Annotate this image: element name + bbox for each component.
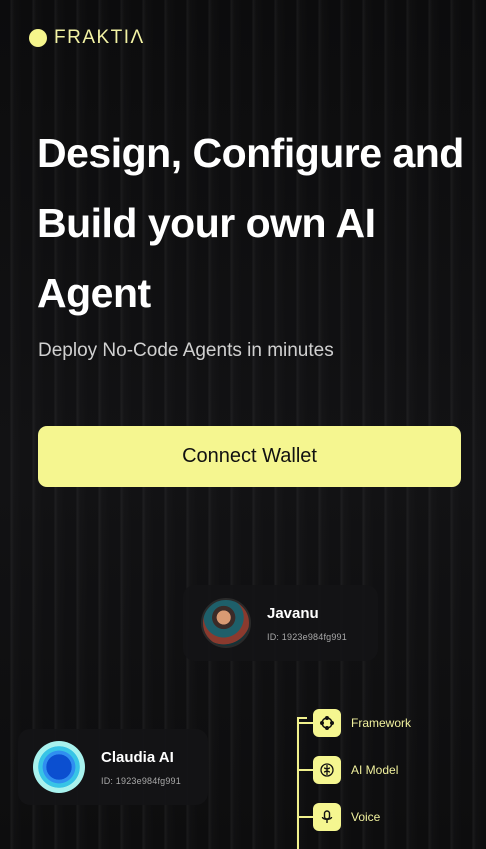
brain-icon: [313, 756, 341, 784]
agent-name: Claudia AI: [101, 748, 174, 766]
config-item-label: AI Model: [351, 763, 399, 777]
headline-line-2: Build your own AI: [37, 200, 376, 246]
tree-branch: [297, 722, 313, 724]
hero-subheadline: Deploy No-Code Agents in minutes: [38, 340, 334, 361]
agent-name: Javanu: [267, 604, 319, 622]
tree-branch: [297, 816, 313, 818]
framework-icon: [313, 709, 341, 737]
tree-branch: [297, 769, 313, 771]
config-item-framework[interactable]: Framework: [297, 709, 411, 737]
logo-dot-icon: [29, 29, 47, 47]
brand-name: FRAKTIΛ: [54, 27, 145, 48]
avatar: [33, 741, 85, 793]
config-item-voice[interactable]: Voice: [297, 803, 380, 831]
avatar: [201, 598, 251, 648]
hero-headline: Design, Configure and Build your own AI …: [37, 118, 467, 328]
config-item-label: Voice: [351, 810, 381, 824]
config-item-ai-model[interactable]: AI Model: [297, 756, 398, 784]
headline-line-1: Design, Configure and: [37, 130, 464, 176]
headline-line-3: Agent: [37, 270, 151, 316]
microphone-icon: [313, 803, 341, 831]
brand-logo[interactable]: FRAKTIΛ: [29, 27, 145, 49]
agent-card-claudia-ai[interactable]: Claudia AI ID: 1923e984fg991: [18, 729, 208, 805]
agent-id: ID: 1923e984fg991: [101, 775, 181, 786]
agent-card-javanu[interactable]: Javanu ID: 1923e984fg991: [183, 585, 378, 661]
agent-id: ID: 1923e984fg991: [267, 631, 347, 642]
connect-wallet-button[interactable]: Connect Wallet: [38, 426, 461, 487]
config-item-label: Framework: [351, 716, 412, 730]
